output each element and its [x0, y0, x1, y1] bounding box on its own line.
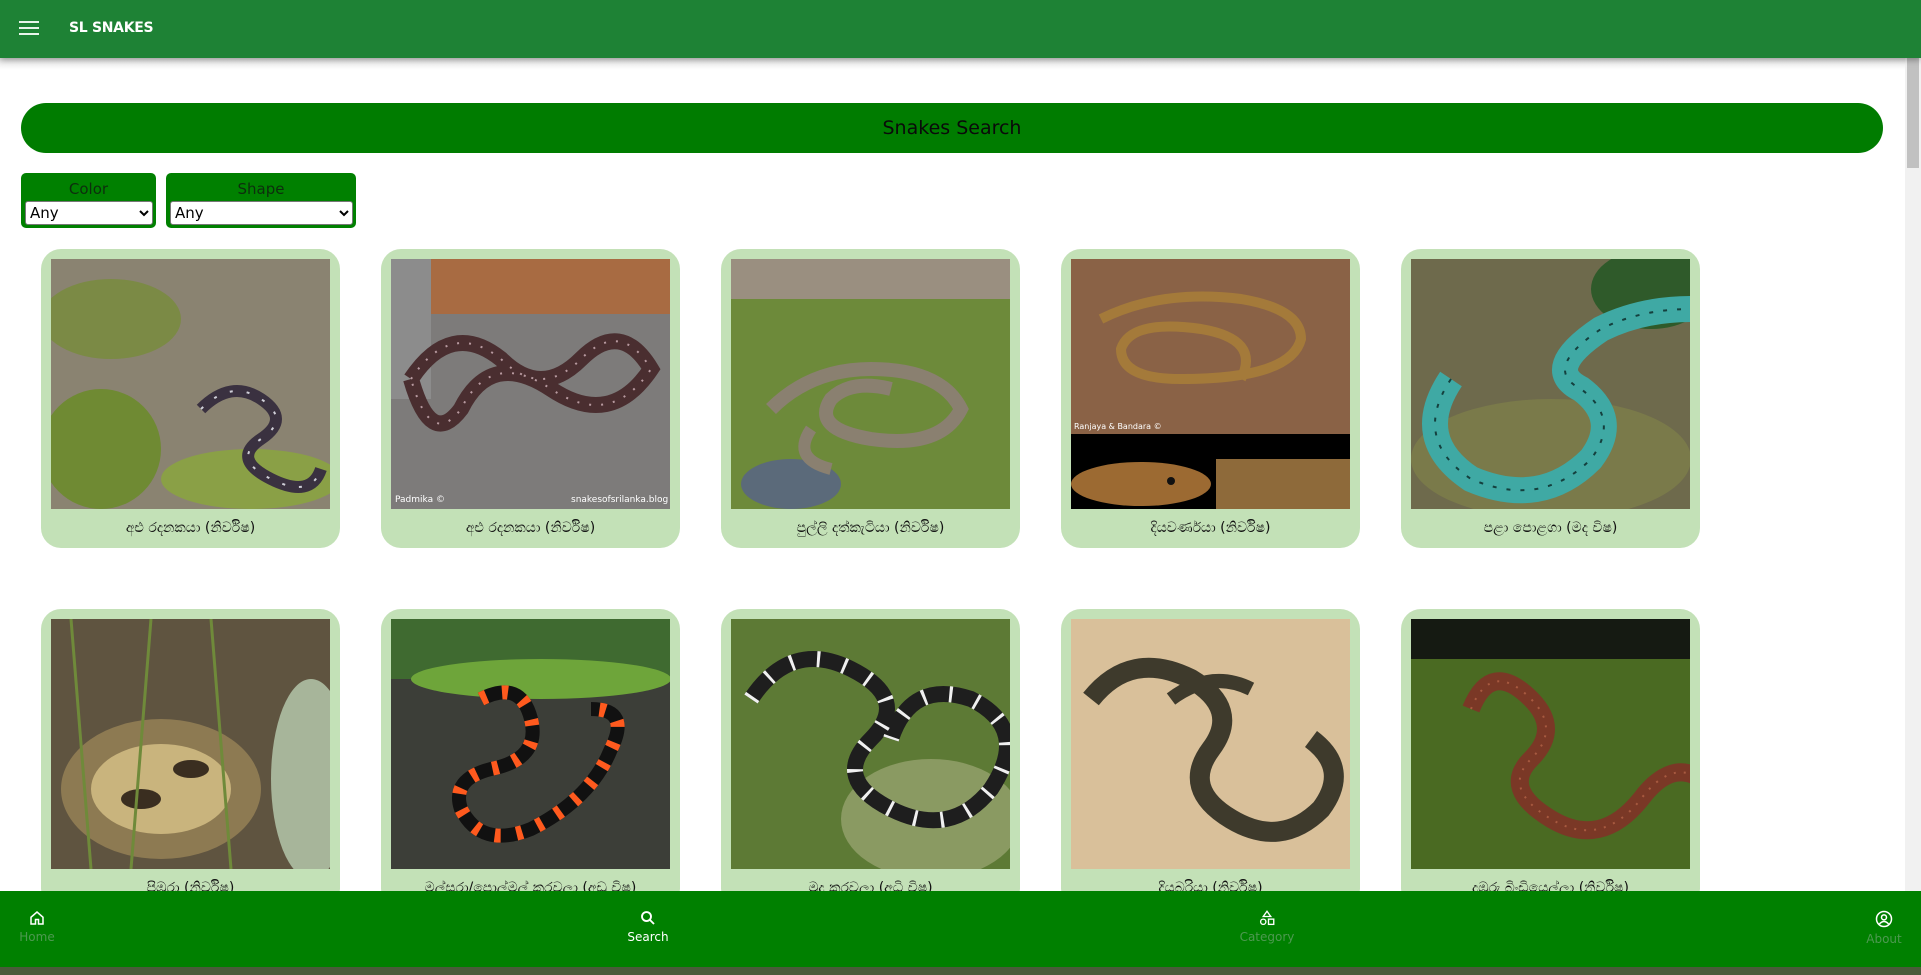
color-filter: Color Any: [21, 173, 156, 228]
snake-photo: [51, 619, 330, 869]
app-bar-shadow: [0, 58, 1905, 70]
nav-home[interactable]: Home: [0, 909, 87, 944]
nav-category[interactable]: Category: [1217, 909, 1317, 944]
snake-card[interactable]: දුඹුරු බිංඩියෙල්ලා (නිර්විෂ): [1401, 609, 1700, 908]
svg-text:snakesofsrilanka.blog: snakesofsrilanka.blog: [571, 495, 668, 505]
snake-card[interactable]: මුදු කරවලා (අධි විෂ): [721, 609, 1020, 908]
snake-card[interactable]: Ranjaya & Bandara © දියවර්ණයා (නිර්විෂ): [1061, 249, 1360, 548]
bottom-navigation: Home Search Category About: [0, 891, 1921, 975]
home-icon: [30, 911, 44, 925]
snake-name: පළා පොළගා (මද විෂ): [1483, 520, 1618, 536]
nav-home-label: Home: [19, 930, 55, 944]
nav-category-label: Category: [1239, 930, 1295, 944]
nav-search-label: Search: [627, 930, 669, 944]
color-filter-label: Color: [68, 180, 109, 198]
snake-photo: [1071, 619, 1350, 869]
account-circle-icon: [1875, 910, 1893, 928]
category-icon: [1259, 910, 1275, 926]
app-bar: SL SNAKES: [0, 0, 1921, 58]
nav-search[interactable]: Search: [598, 909, 698, 944]
snake-photo: [731, 259, 1010, 509]
snake-photo: [51, 259, 330, 509]
snake-card[interactable]: පිඹුරා (නිර්විෂ): [41, 609, 340, 908]
snake-card[interactable]: මල්සරා/පොල්මල් කරවලා (අඩු විෂ): [381, 609, 680, 908]
snake-name: පුල්ලි දත්කැටියා (නිර්විෂ): [796, 520, 945, 536]
svg-text:Padmika ©: Padmika ©: [395, 495, 445, 505]
svg-text:Ranjaya & Bandara ©: Ranjaya & Bandara ©: [1074, 422, 1162, 431]
snake-photo: Padmika © snakesofsrilanka.blog: [391, 259, 670, 509]
shape-select[interactable]: Any: [170, 201, 353, 225]
search-icon: [641, 911, 655, 925]
snake-name: අළු රදනකයා (නිර්විෂ): [125, 520, 256, 536]
snake-card[interactable]: දියබරියා (නිර්විෂ): [1061, 609, 1360, 908]
snake-photo: [1411, 259, 1690, 509]
snake-name: අළු රදනකයා (නිර්විෂ): [465, 520, 596, 536]
color-select[interactable]: Any: [25, 201, 153, 225]
snake-card[interactable]: පළා පොළගා (මද විෂ): [1401, 249, 1700, 548]
snake-card[interactable]: පුල්ලි දත්කැටියා (නිර්විෂ): [721, 249, 1020, 548]
shape-filter: Shape Any: [166, 173, 356, 228]
scrollbar-thumb[interactable]: [1907, 58, 1919, 168]
app-title: SL SNAKES: [69, 20, 154, 36]
snake-card[interactable]: Padmika © snakesofsrilanka.blog අළු රදනක…: [381, 249, 680, 548]
shape-filter-label: Shape: [237, 180, 285, 198]
nav-about-label: About: [1866, 932, 1902, 946]
snake-name: දියවර්ණයා (නිර්විෂ): [1150, 520, 1271, 536]
snake-photo: Ranjaya & Bandara ©: [1071, 259, 1350, 509]
snake-photo: [391, 619, 670, 869]
scrollbar-track[interactable]: [1905, 58, 1921, 891]
search-title-banner[interactable]: Snakes Search: [21, 103, 1883, 153]
snake-card[interactable]: අළු රදනකයා (නිර්විෂ): [41, 249, 340, 548]
snake-photo: [1411, 619, 1690, 869]
bottom-strip: [0, 967, 1921, 975]
menu-icon[interactable]: [16, 17, 42, 41]
nav-about[interactable]: About: [1834, 909, 1921, 946]
snake-photo: [731, 619, 1010, 869]
